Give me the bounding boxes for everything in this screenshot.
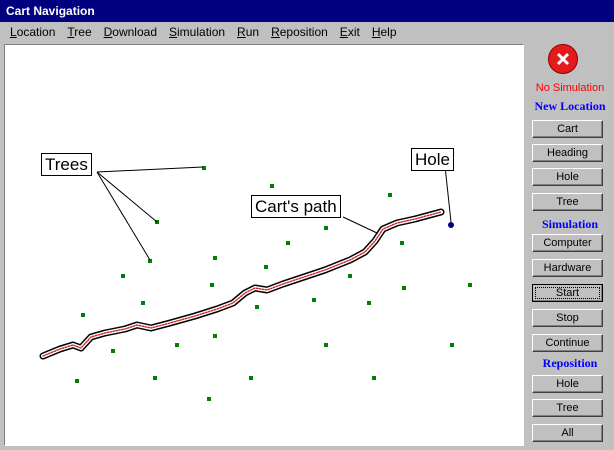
cart-path-label: Cart's path <box>251 195 341 218</box>
tree-marker <box>175 343 179 347</box>
control-panel: No Simulation New Location Cart Heading … <box>526 44 614 450</box>
tree-marker <box>348 274 352 278</box>
tree-marker <box>286 241 290 245</box>
computer-button[interactable]: Computer <box>532 234 603 252</box>
section-new-location: New Location <box>534 99 606 113</box>
tree-marker <box>213 256 217 260</box>
trees-label: Trees <box>41 153 92 176</box>
field-drawing <box>39 165 472 401</box>
menu-tree[interactable]: Tree <box>61 25 97 39</box>
cart-path <box>39 208 445 360</box>
reposition-tree-button[interactable]: Tree <box>532 399 603 417</box>
menu-download[interactable]: Download <box>98 25 163 39</box>
section-simulation: Simulation <box>541 217 598 231</box>
new-tree-button[interactable]: Tree <box>532 193 603 211</box>
tree-marker <box>400 241 404 245</box>
tree-marker <box>312 298 316 302</box>
reposition-hole-button[interactable]: Hole <box>532 375 603 393</box>
tree-marker <box>255 305 259 309</box>
tree-marker <box>210 283 214 287</box>
menu-reposition[interactable]: Reposition <box>265 25 334 39</box>
hole-label: Hole <box>411 148 454 171</box>
stop-icon <box>548 44 578 74</box>
tree-marker <box>402 286 406 290</box>
tree-marker <box>213 334 217 338</box>
hardware-button[interactable]: Hardware <box>532 259 603 277</box>
new-hole-button[interactable]: Hole <box>532 168 603 186</box>
tree-marker <box>468 283 472 287</box>
stop-button[interactable]: Stop <box>532 309 603 327</box>
field-canvas[interactable]: Trees Cart's path Hole <box>4 44 524 446</box>
menu-help[interactable]: Help <box>366 25 403 39</box>
tree-marker <box>153 376 157 380</box>
section-reposition: Reposition <box>542 356 598 370</box>
tree-marker <box>367 301 371 305</box>
title-bar: Cart Navigation <box>0 0 614 22</box>
tree-marker <box>249 376 253 380</box>
tree-marker <box>324 226 328 230</box>
tree-marker <box>207 397 211 401</box>
continue-button[interactable]: Continue <box>532 334 603 352</box>
hole-marker <box>448 222 454 228</box>
tree-marker <box>81 313 85 317</box>
menu-simulation[interactable]: Simulation <box>163 25 231 39</box>
tree-marker <box>111 349 115 353</box>
tree-marker <box>264 265 268 269</box>
tree-marker <box>388 193 392 197</box>
new-cart-button[interactable]: Cart <box>532 120 603 138</box>
menu-bar: Location Tree Download Simulation Run Re… <box>0 22 614 42</box>
start-button[interactable]: Start <box>532 284 603 302</box>
menu-location[interactable]: Location <box>4 25 61 39</box>
menu-exit[interactable]: Exit <box>334 25 366 39</box>
tree-marker <box>75 379 79 383</box>
tree-marker <box>324 343 328 347</box>
tree-marker <box>372 376 376 380</box>
tree-marker <box>141 301 145 305</box>
tree-marker <box>270 184 274 188</box>
new-heading-button[interactable]: Heading <box>532 144 603 162</box>
simulation-status: No Simulation <box>535 82 605 94</box>
tree-marker <box>450 343 454 347</box>
reposition-all-button[interactable]: All <box>532 424 603 442</box>
tree-marker <box>121 274 125 278</box>
window-title: Cart Navigation <box>6 4 95 18</box>
menu-run[interactable]: Run <box>231 25 265 39</box>
